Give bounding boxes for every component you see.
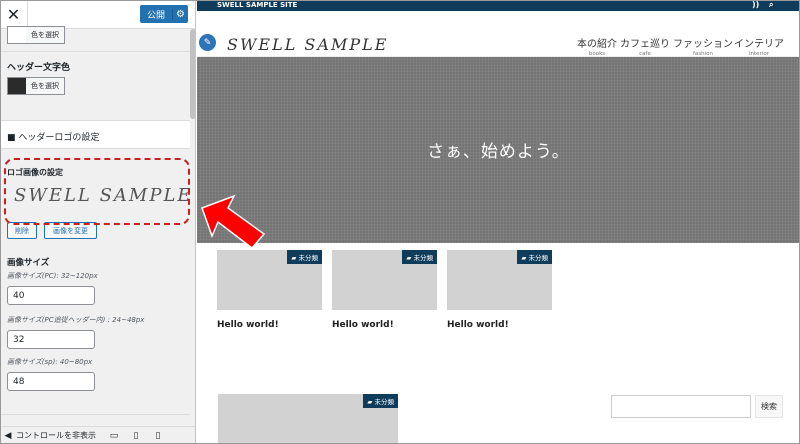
hero-banner: さぁ、始めよう。 xyxy=(197,57,800,243)
color-swatch xyxy=(8,27,26,43)
pc-follow-size-hint: 画像サイズ(PC追従ヘッダー内) : 24~48px xyxy=(7,316,145,324)
category-badge: ▰ 未分類 xyxy=(287,250,322,264)
category-badge: ▰ 未分類 xyxy=(517,250,552,264)
color-swatch xyxy=(8,78,26,94)
divider xyxy=(0,51,190,52)
nav-item-fashion[interactable]: ファッション fashion xyxy=(673,35,733,57)
close-icon[interactable]: ✕ xyxy=(0,0,28,29)
post-thumbnail[interactable]: ▰ 未分類 xyxy=(447,250,552,310)
desktop-preview-icon[interactable]: ▭ xyxy=(106,431,122,441)
search-icon[interactable]: ⌕ xyxy=(769,0,773,10)
mobile-preview-icon[interactable]: ▯ xyxy=(150,431,166,441)
category-label: 未分類 xyxy=(374,398,395,406)
divider xyxy=(0,414,190,415)
rss-icon[interactable]: )) xyxy=(752,0,759,9)
pc-size-hint: 画像サイズ(PC): 32~120px xyxy=(7,272,98,280)
image-size-label: 画像サイズ xyxy=(7,258,50,268)
sp-size-hint: 画像サイズ(sp): 40~80px xyxy=(7,358,93,366)
header-text-color-picker[interactable]: 色を選択 xyxy=(7,77,65,95)
nav-label: 本の紹介 xyxy=(577,39,617,50)
close-label: ✕ xyxy=(6,5,21,24)
search-button[interactable]: 検索 xyxy=(755,395,783,418)
publish-label: 公開 xyxy=(146,10,165,21)
color-picker-label: 色を選択 xyxy=(31,31,59,39)
hide-controls-button[interactable]: コントロールを非表示 xyxy=(16,430,96,441)
publish-button[interactable]: 公開 ⚙ xyxy=(140,5,188,23)
category-label: 未分類 xyxy=(528,254,549,262)
pc-size-input[interactable]: 40 xyxy=(7,286,95,305)
nav-label: インテリア xyxy=(734,39,784,50)
collapse-icon[interactable]: ◀ xyxy=(0,431,16,441)
topbar-site-title: SWELL SAMPLE SITE xyxy=(217,1,298,9)
gear-icon[interactable]: ⚙ xyxy=(172,8,188,20)
hero-text: さぁ、始めよう。 xyxy=(427,142,570,162)
section-heading-text: ■ ヘッダーロゴの設定 xyxy=(7,133,100,143)
logo-highlight-box xyxy=(4,158,190,225)
post-thumbnail[interactable]: ▰ 未分類 xyxy=(218,394,398,444)
panel-scrollbar[interactable] xyxy=(190,29,195,119)
post-thumbnail[interactable]: ▰ 未分類 xyxy=(332,250,437,310)
nav-label: ファッション xyxy=(673,39,733,50)
site-preview: SWELL SAMPLE SITE )) ⌕ ✎ SWELL SAMPLE 本の… xyxy=(197,0,800,444)
post-title[interactable]: Hello world! xyxy=(332,320,437,330)
color-picker-button[interactable]: 色を選択 xyxy=(7,26,65,44)
post-title[interactable]: Hello world! xyxy=(447,320,552,330)
nav-label: カフェ巡り xyxy=(620,39,670,50)
tablet-preview-icon[interactable]: ▯ xyxy=(128,431,144,441)
site-header: ✎ SWELL SAMPLE 本の紹介 books カフェ巡り cafe ファッ… xyxy=(197,11,800,57)
post-card[interactable]: ▰ 未分類 Hello world! xyxy=(217,250,322,330)
search-input[interactable] xyxy=(611,395,751,418)
nav-item-books[interactable]: 本の紹介 books xyxy=(577,35,617,57)
red-arrow-annotation xyxy=(201,194,266,250)
category-label: 未分類 xyxy=(413,254,434,262)
customizer-header: ✕ 公開 ⚙ xyxy=(0,0,195,29)
site-logo[interactable]: SWELL SAMPLE xyxy=(227,35,388,54)
category-badge: ▰ 未分類 xyxy=(402,250,437,264)
arrow-shape xyxy=(201,194,266,250)
category-badge: ▰ 未分類 xyxy=(363,394,398,408)
post-thumbnail[interactable]: ▰ 未分類 xyxy=(217,250,322,310)
color-picker-label: 色を選択 xyxy=(31,82,59,90)
pc-follow-size-input[interactable]: 32 xyxy=(7,330,95,349)
site-topbar: SWELL SAMPLE SITE )) ⌕ xyxy=(197,0,800,11)
header-logo-section-heading: ■ ヘッダーロゴの設定 xyxy=(0,120,190,149)
sp-size-input[interactable]: 48 xyxy=(7,372,95,391)
category-label: 未分類 xyxy=(298,254,319,262)
nav-item-interior[interactable]: インテリア interior xyxy=(734,35,784,57)
pencil-icon[interactable]: ✎ xyxy=(199,34,216,51)
panel-footer: ◀ コントロールを非表示 ▭ ▯ ▯ xyxy=(0,426,195,444)
post-card[interactable]: ▰ 未分類 Hello world! xyxy=(332,250,437,330)
post-title[interactable]: Hello world! xyxy=(217,320,322,330)
post-card[interactable]: ▰ 未分類 Hello world! xyxy=(447,250,552,330)
nav-item-cafe[interactable]: カフェ巡り cafe xyxy=(620,35,670,57)
header-text-color-label: ヘッダー文字色 xyxy=(7,63,71,73)
